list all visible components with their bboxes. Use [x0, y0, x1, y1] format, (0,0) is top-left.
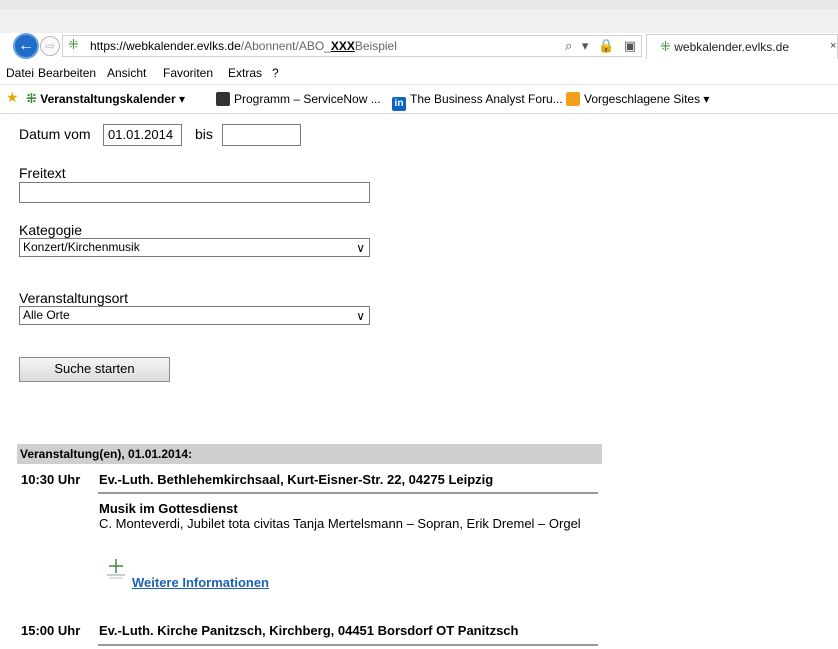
datum-label: Datum vom	[19, 126, 91, 142]
chevron-down-icon: ∨	[356, 309, 365, 323]
window-title-strip	[0, 0, 838, 9]
menu-favoriten[interactable]: Favoriten	[163, 66, 213, 80]
url-path: /Abonnent/ABO_	[240, 39, 331, 53]
url-path-end: Beispiel	[354, 39, 397, 53]
chevron-down-icon: ∨	[356, 241, 365, 255]
menu-help[interactable]: ?	[272, 66, 279, 80]
divider	[98, 492, 598, 494]
date-from-input[interactable]: 01.01.2014	[103, 124, 182, 146]
kategorie-label: Kategogie	[19, 222, 83, 238]
event-time: 10:30 Uhr	[21, 472, 81, 487]
menu-extras[interactable]: Extras	[228, 66, 262, 80]
close-tab-icon[interactable]: ×	[830, 40, 836, 52]
forward-button[interactable]: ⇨	[40, 36, 60, 56]
site-icon: ⁜	[68, 38, 79, 53]
servicenow-icon	[216, 92, 230, 106]
menu-datei[interactable]: Datei	[6, 66, 34, 80]
event-location: Ev.-Luth. Bethlehemkirchsaal, Kurt-Eisne…	[99, 472, 494, 487]
freitext-input[interactable]	[19, 182, 370, 203]
event-title: Musik im Gottesdienst	[99, 501, 238, 516]
tab-title: ⁜ webkalender.evlks.de	[660, 40, 789, 55]
divider	[98, 644, 598, 646]
menu-bearbeiten[interactable]: Bearbeiten	[38, 66, 96, 80]
bis-label: bis	[195, 126, 213, 142]
fav-veranstaltungskalender[interactable]: ⁜ Veranstaltungskalender ▾	[26, 92, 185, 107]
results-header: Veranstaltung(en), 01.01.2014:	[17, 444, 602, 464]
ort-label: Veranstaltungsort	[19, 290, 128, 306]
fav-servicenow[interactable]: Programm – ServiceNow ...	[216, 92, 381, 106]
ort-value: Alle Orte	[23, 308, 70, 322]
event-logo-icon	[103, 557, 129, 584]
fav-vorgeschlagene-sites[interactable]: Vorgeschlagene Sites ▾	[566, 92, 709, 106]
suggested-sites-icon	[566, 92, 580, 106]
url-host: https://webkalender.evlks.de	[90, 39, 241, 53]
ort-select[interactable]: Alle Orte ∨	[19, 306, 370, 325]
arrow-left-icon: ←	[18, 37, 34, 54]
fav-business-analyst[interactable]: in The Business Analyst Foru...	[392, 92, 563, 111]
event-time: 15:00 Uhr	[21, 623, 81, 638]
linkedin-icon: in	[392, 97, 406, 111]
menu-ansicht[interactable]: Ansicht	[107, 66, 146, 80]
address-url[interactable]: https://webkalender.evlks.de/Abonnent/AB…	[90, 39, 397, 53]
kategorie-value: Konzert/Kirchenmusik	[23, 240, 140, 254]
date-to-input[interactable]	[222, 124, 301, 146]
fav-site-icon: ⁜	[26, 92, 37, 107]
event-location: Ev.-Luth. Kirche Panitzsch, Kirchberg, 0…	[99, 623, 519, 638]
event-description: C. Monteverdi, Jubilet tota civitas Tanj…	[99, 516, 581, 531]
search-button[interactable]: Suche starten	[19, 357, 170, 382]
arrow-right-icon: ⇨	[44, 39, 56, 53]
url-highlight: XXX	[330, 39, 355, 53]
back-button[interactable]: ←	[13, 33, 39, 59]
weitere-informationen-link[interactable]: Weitere Informationen	[132, 575, 269, 590]
freitext-label: Freitext	[19, 165, 66, 181]
favorites-star-icon[interactable]: ★	[6, 89, 19, 106]
kategorie-select[interactable]: Konzert/Kirchenmusik ∨	[19, 238, 370, 257]
tab-site-icon: ⁜	[660, 40, 671, 55]
